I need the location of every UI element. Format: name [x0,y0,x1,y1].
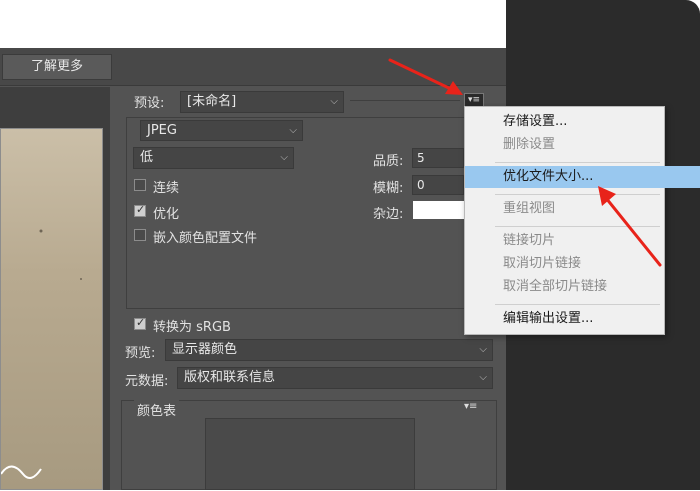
format-value: JPEG [147,123,177,138]
quality-label: 品质: [373,154,404,169]
embed-profile-checkbox[interactable] [134,229,146,241]
progressive-checkbox[interactable] [134,179,146,191]
learn-more-button[interactable]: 了解更多 [2,54,112,80]
menu-item-edit-output-settings[interactable]: 编辑输出设置... [465,308,700,330]
convert-srgb-checkbox[interactable] [134,316,146,330]
menu-separator [495,304,660,305]
chevron-down-icon: ⌵ [479,344,487,355]
matte-swatch[interactable] [413,201,464,219]
embed-profile-label: 嵌入颜色配置文件 [153,231,258,246]
preview-label: 预览: [125,346,156,361]
menu-separator [495,162,660,163]
chevron-down-icon: ⌵ [330,96,338,107]
color-table-menu-icon[interactable]: ▾≡ [464,401,477,412]
preview-value: 显示器颜色 [172,342,238,357]
metadata-label: 元数据: [125,374,169,389]
preset-value: [未命名] [187,94,237,109]
quality-preset-select[interactable]: 低 ⌵ [133,147,294,169]
preset-label: 预设: [134,96,165,111]
chevron-down-icon: ⌵ [289,125,297,136]
format-select[interactable]: JPEG ⌵ [140,120,303,141]
image-texture [1,229,82,479]
metadata-value: 版权和联系信息 [184,370,276,385]
blur-field[interactable]: 0 [412,175,464,195]
annotation-arrow-to-menu-button [388,58,463,95]
preview-select[interactable]: 显示器颜色 ⌵ [165,339,493,361]
matte-label: 杂边: [373,207,404,222]
menu-item-delete-settings[interactable]: 删除设置 [465,134,700,156]
chevron-down-icon: ⌵ [479,372,487,383]
preset-select[interactable]: [未命名] ⌵ [180,91,344,113]
progressive-label: 连续 [153,181,180,196]
convert-srgb-label: 转换为 sRGB [153,320,231,335]
image-preview[interactable] [0,128,103,490]
color-table-label: 颜色表 [134,400,180,419]
dialog-top-strip [0,14,506,48]
annotation-arrow-to-optimize [598,186,662,267]
metadata-select[interactable]: 版权和联系信息 ⌵ [177,367,493,389]
optimized-checkbox[interactable] [134,203,146,217]
quality-field[interactable]: 5 [412,148,464,168]
menu-item-save-settings[interactable]: 存储设置... [465,111,700,133]
optimized-label: 优化 [153,207,180,222]
blur-label: 模糊: [373,181,404,196]
preset-divider [350,100,460,101]
chevron-down-icon: ⌵ [280,152,288,163]
quality-preset-value: 低 [140,150,154,165]
color-swatch-area [205,418,415,490]
menu-item-unlink-all-slices[interactable]: 取消全部切片链接 [465,276,700,298]
